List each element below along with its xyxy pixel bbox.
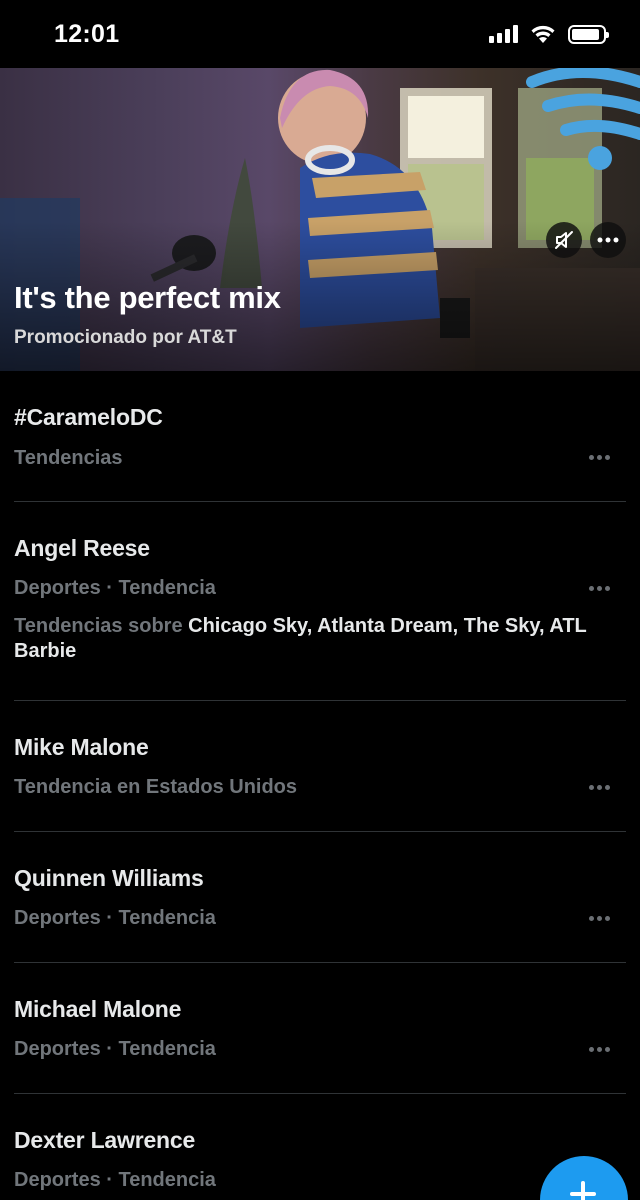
trend-more-icon[interactable] <box>589 916 610 921</box>
trend-category: Tendencia en Estados Unidos <box>14 776 298 798</box>
trend-item[interactable]: Michael Malone Deportes · Tendencia <box>0 963 640 1094</box>
trend-item[interactable]: Quinnen Williams Deportes · Tendencia <box>0 832 640 963</box>
status-bar: 12:01 <box>0 0 640 68</box>
trend-more-icon[interactable] <box>589 785 610 790</box>
trend-item[interactable]: Mike Malone Tendencia en Estados Unidos <box>0 701 640 832</box>
trend-more-icon[interactable] <box>589 586 610 591</box>
trend-item[interactable]: Angel Reese Deportes · Tendencia Tendenc… <box>0 502 640 701</box>
muted-speaker-icon <box>555 231 573 249</box>
battery-icon <box>568 24 609 44</box>
trend-title[interactable]: Dexter Lawrence <box>14 1127 195 1154</box>
promo-title[interactable]: It's the perfect mix <box>14 280 281 316</box>
trend-related-prefix: Tendencias sobre <box>14 615 189 637</box>
trend-item[interactable]: #CarameloDC Tendencias <box>0 371 640 502</box>
trend-more-icon[interactable] <box>589 455 610 460</box>
trend-related: Tendencias sobre Chicago Sky, Atlanta Dr… <box>14 614 614 664</box>
trend-title[interactable]: Mike Malone <box>14 734 149 761</box>
cellular-signal-icon <box>489 25 518 43</box>
trend-category: Deportes · Tendencia <box>14 1169 216 1191</box>
promo-advertiser: Promocionado por AT&T <box>14 327 237 348</box>
trend-more-icon[interactable] <box>589 1047 610 1052</box>
more-horizontal-icon <box>597 237 619 243</box>
trend-category: Tendencias <box>14 447 123 469</box>
trend-category: Deportes · Tendencia <box>14 907 216 929</box>
promo-more-button[interactable] <box>590 222 626 258</box>
plus-icon-vertical <box>581 1181 585 1200</box>
wifi-icon <box>531 25 555 43</box>
mute-button[interactable] <box>546 222 582 258</box>
trend-title[interactable]: Quinnen Williams <box>14 865 204 892</box>
status-icons <box>489 24 609 44</box>
trend-title[interactable]: Michael Malone <box>14 996 181 1023</box>
trend-title[interactable]: #CarameloDC <box>14 404 163 431</box>
trend-category: Deportes · Tendencia <box>14 1038 216 1060</box>
promoted-banner[interactable]: It's the perfect mix Promocionado por AT… <box>0 68 640 371</box>
trend-category: Deportes · Tendencia <box>14 577 216 599</box>
battery-level <box>572 28 599 40</box>
status-time: 12:01 <box>54 20 120 48</box>
trend-title[interactable]: Angel Reese <box>14 535 150 562</box>
